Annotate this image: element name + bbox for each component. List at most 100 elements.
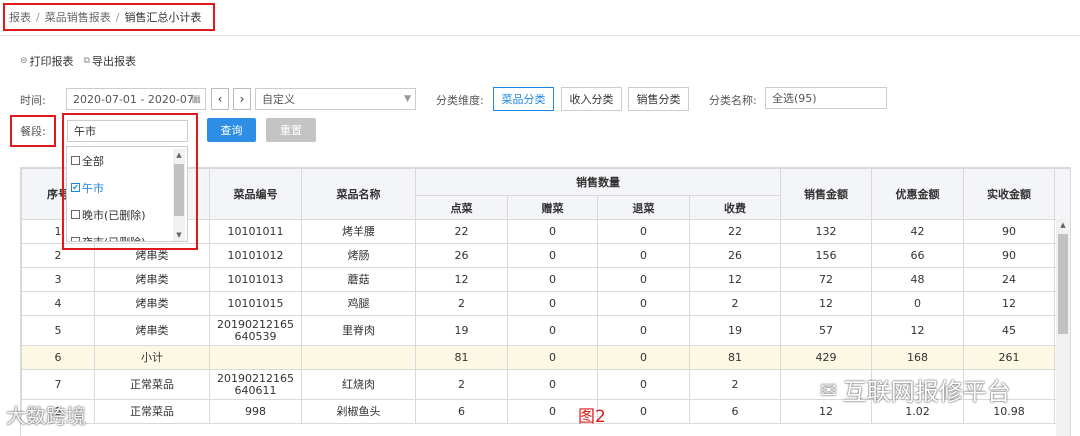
cell-ordered: 2 — [415, 291, 508, 316]
cell-returned: 0 — [597, 369, 690, 400]
table-row[interactable]: 4 烤串类 10101015 鸡腿 2 0 0 2 12 0 12 — [21, 291, 1070, 316]
cell-charged: 81 — [689, 345, 781, 370]
checkbox-icon[interactable] — [71, 237, 80, 241]
cell-code: 10101012 — [209, 243, 302, 268]
col-returned: 退菜 — [597, 195, 690, 220]
cell-discount: 0 — [871, 291, 964, 316]
cell-sales: 72 — [780, 267, 872, 292]
cell-gift: 0 — [507, 345, 598, 370]
cell-ordered: 22 — [415, 219, 508, 244]
table-scrollbar[interactable]: ▲ — [1056, 219, 1070, 436]
breadcrumb-item-reports[interactable]: 报表 — [9, 9, 31, 25]
cell-seq: 7 — [21, 369, 95, 400]
col-name: 菜品名称 — [301, 168, 416, 220]
dimension-dish-category[interactable]: 菜品分类 — [493, 87, 554, 111]
scroll-down-icon[interactable]: ▼ — [173, 229, 185, 241]
breadcrumb-item-current: 销售汇总小计表 — [124, 11, 202, 24]
cell-category: 烤串类 — [94, 267, 210, 292]
cell-category: 烤串类 — [94, 315, 210, 346]
cell-category: 烤串类 — [94, 291, 210, 316]
meal-option-all[interactable]: 全部 — [67, 147, 187, 174]
prev-date-button[interactable]: ‹ — [211, 88, 229, 110]
print-report-label: 打印报表 — [29, 55, 74, 68]
caret-down-icon: ▼ — [404, 94, 411, 104]
date-preset-select[interactable]: 自定义 ▼ — [255, 88, 416, 110]
dimension-sales-category[interactable]: 销售分类 — [628, 87, 689, 111]
checkbox-checked-icon[interactable]: ✔ — [71, 183, 80, 192]
scroll-up-icon[interactable]: ▲ — [1056, 219, 1070, 231]
table-row[interactable]: 2 烤串类 10101012 烤肠 26 0 0 26 156 66 90 — [21, 243, 1070, 268]
time-label: 时间: — [20, 94, 46, 107]
cell-discount: 42 — [871, 219, 964, 244]
export-report-button[interactable]: ⧉ 导出报表 — [84, 53, 136, 69]
cell-actual: 24 — [963, 267, 1055, 292]
print-report-button[interactable]: ⊜ 打印报表 — [20, 53, 74, 69]
cell-sales: 156 — [780, 243, 872, 268]
meal-option-label: 午市 — [82, 181, 104, 195]
calendar-icon: ▦ — [191, 93, 201, 105]
cell-seq: 6 — [21, 345, 95, 370]
cell-name: 蘑菇 — [301, 267, 416, 292]
meal-option-lunch[interactable]: ✔ 午市 — [67, 174, 187, 201]
cell-name: 红烧肉 — [301, 369, 416, 400]
cell-charged: 12 — [689, 267, 781, 292]
cell-code-line: 640611 — [234, 383, 277, 397]
col-sales-amount: 销售金额 — [780, 168, 872, 220]
table-row[interactable]: 5 烤串类 20190212165 640539 里脊肉 19 0 0 19 57… — [21, 315, 1070, 346]
figure-label: 图2 — [578, 407, 606, 427]
col-gift: 赠菜 — [507, 195, 598, 220]
scroll-thumb[interactable] — [1058, 234, 1068, 334]
category-name-select[interactable]: 全选(95) — [765, 87, 887, 109]
cell-discount: 12 — [871, 315, 964, 346]
meal-option-night[interactable]: 夜市(已删除) — [67, 228, 187, 242]
meal-option-label: 夜市(已删除) — [82, 235, 146, 242]
watermark-right-text: 互联网报修平台 — [842, 378, 1011, 406]
breadcrumb-item-dish-sales[interactable]: 菜品销售报表 — [45, 9, 111, 25]
checkbox-icon[interactable] — [71, 156, 80, 165]
date-preset-value: 自定义 — [262, 93, 295, 106]
printer-icon: ⊜ — [20, 56, 28, 66]
cell-gift: 0 — [507, 219, 598, 244]
next-date-button[interactable]: › — [233, 88, 251, 110]
category-name-label: 分类名称: — [709, 94, 757, 107]
cell-seq: 5 — [21, 315, 95, 346]
chevron-right-icon: › — [239, 92, 245, 106]
cell-actual: 90 — [963, 219, 1055, 244]
reset-button[interactable]: 重置 — [266, 118, 316, 142]
meal-option-label: 全部 — [82, 154, 104, 168]
filter-row: 时间: 2020-07-01 - 2020-07- ▦ ‹ › 自定义 ▼ 分类… — [0, 87, 1080, 111]
export-icon: ⧉ — [83, 56, 90, 66]
header-divider — [0, 35, 1080, 36]
cell-sales: 132 — [780, 219, 872, 244]
cell-sales: 12 — [780, 291, 872, 316]
dropdown-scrollbar[interactable]: ▲ ▼ — [173, 149, 185, 241]
scroll-up-icon[interactable]: ▲ — [173, 149, 185, 161]
subtotal-row[interactable]: 6 小计 81 0 0 81 429 168 261 — [21, 345, 1070, 370]
cell-code: 10101011 — [209, 219, 302, 244]
table-row[interactable]: 3 烤串类 10101013 蘑菇 12 0 0 12 72 48 24 — [21, 267, 1070, 292]
cell-gift: 0 — [507, 369, 598, 400]
cell-ordered: 12 — [415, 267, 508, 292]
dimension-income-category[interactable]: 收入分类 — [561, 87, 622, 111]
meal-option-dinner[interactable]: 晚市(已删除) — [67, 201, 187, 228]
cell-code: 998 — [209, 399, 302, 424]
scroll-thumb[interactable] — [174, 164, 184, 216]
col-ordered: 点菜 — [415, 195, 508, 220]
query-button[interactable]: 查询 — [207, 118, 256, 142]
cell-ordered: 26 — [415, 243, 508, 268]
cell-code — [209, 345, 302, 370]
cell-code: 10101013 — [209, 267, 302, 292]
cell-returned: 0 — [597, 219, 690, 244]
meal-period-label-text: 餐段: — [20, 125, 46, 138]
date-range-input[interactable]: 2020-07-01 - 2020-07- ▦ — [66, 88, 206, 110]
cell-code: 20190212165 640539 — [209, 315, 302, 346]
cell-gift: 0 — [507, 267, 598, 292]
meal-period-dropdown: 全部 ✔ 午市 晚市(已删除) 夜市(已删除) ▲ ▼ — [66, 146, 188, 242]
checkbox-icon[interactable] — [71, 210, 80, 219]
cell-category: 烤串类 — [94, 243, 210, 268]
cell-sales: 57 — [780, 315, 872, 346]
cell-gift: 0 — [507, 315, 598, 346]
dimension-label: 分类维度: — [436, 94, 484, 107]
breadcrumb-separator: / — [115, 10, 120, 24]
meal-period-input[interactable]: 午市 — [67, 120, 188, 142]
